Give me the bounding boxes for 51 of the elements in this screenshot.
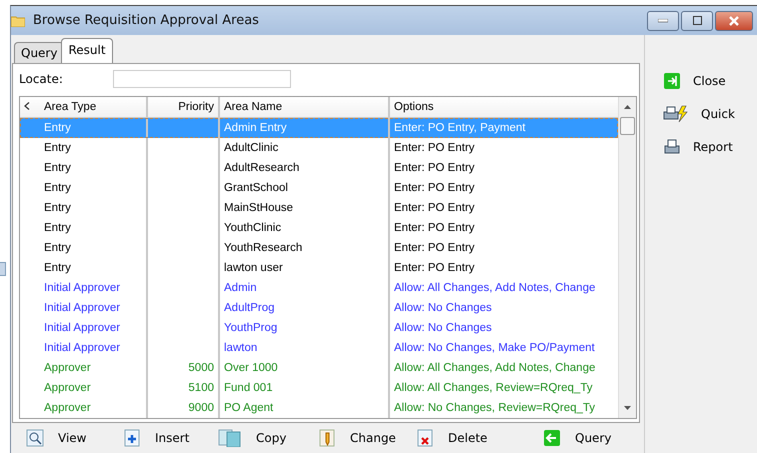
table-cell-text: Entry bbox=[43, 161, 72, 176]
side-button[interactable]: Quick bbox=[663, 103, 735, 125]
toolbar-button[interactable]: View bbox=[26, 429, 123, 447]
delete-document-icon bbox=[416, 429, 434, 447]
toolbar-button[interactable]: Delete bbox=[416, 429, 543, 447]
table-cell-text: Initial Approver bbox=[43, 341, 122, 356]
minimize-button[interactable] bbox=[647, 10, 679, 30]
scrollbar-thumb[interactable] bbox=[620, 117, 635, 135]
close-button[interactable] bbox=[715, 10, 753, 30]
table-cell-text: Initial Approver bbox=[43, 321, 122, 336]
column-header[interactable]: Area Type bbox=[40, 97, 146, 117]
table-cell-text: Approver bbox=[43, 361, 92, 376]
locate-field[interactable] bbox=[113, 70, 291, 88]
toolbar-button[interactable]: Query bbox=[543, 429, 623, 447]
locate-label: Locate: bbox=[19, 72, 64, 86]
tab[interactable]: Result bbox=[61, 38, 113, 63]
edit-document-icon bbox=[318, 429, 336, 447]
side-button[interactable]: Report bbox=[663, 136, 735, 158]
copy-documents-icon bbox=[218, 429, 242, 447]
table-cell: PO Agent bbox=[218, 398, 388, 418]
minimize-icon bbox=[658, 18, 668, 22]
printer-icon bbox=[663, 138, 681, 156]
table-cell: 9000 bbox=[146, 398, 218, 418]
printer-lightning-icon bbox=[663, 105, 689, 123]
side-button[interactable]: Close bbox=[663, 70, 735, 92]
table-cell-text: Entry bbox=[43, 141, 72, 156]
table-cell-text: Approver bbox=[43, 401, 92, 416]
maximize-button[interactable] bbox=[681, 10, 713, 30]
maximize-icon bbox=[692, 16, 702, 25]
toolbar-button[interactable]: Insert bbox=[123, 429, 218, 447]
scroll-left-icon[interactable] bbox=[24, 102, 30, 110]
table-cell-text: Entry bbox=[43, 221, 72, 236]
exit-icon bbox=[663, 72, 681, 90]
table-cell-text: Approver bbox=[43, 381, 92, 396]
table-cell-text: Entry bbox=[43, 241, 72, 256]
toolbar-button[interactable]: Copy bbox=[218, 429, 318, 447]
close-icon bbox=[729, 16, 739, 26]
scroll-up-icon[interactable] bbox=[624, 105, 631, 109]
folder-icon bbox=[11, 14, 25, 26]
magnifier-icon bbox=[26, 429, 44, 447]
window-title: Browse Requisition Approval Areas bbox=[33, 13, 260, 28]
table-cell-text: Entry bbox=[43, 201, 72, 216]
table-cell-text: Initial Approver bbox=[43, 301, 122, 316]
vertical-scrollbar[interactable] bbox=[618, 97, 636, 418]
table-cell-text: Entry bbox=[43, 121, 72, 136]
table-cell-text: Entry bbox=[43, 261, 72, 276]
table-cell-text: Initial Approver bbox=[43, 281, 122, 296]
table-cell-text: Entry bbox=[43, 181, 72, 196]
toolbar-button[interactable]: Change bbox=[318, 429, 416, 447]
add-document-icon bbox=[123, 429, 141, 447]
scroll-down-icon[interactable] bbox=[624, 406, 631, 410]
